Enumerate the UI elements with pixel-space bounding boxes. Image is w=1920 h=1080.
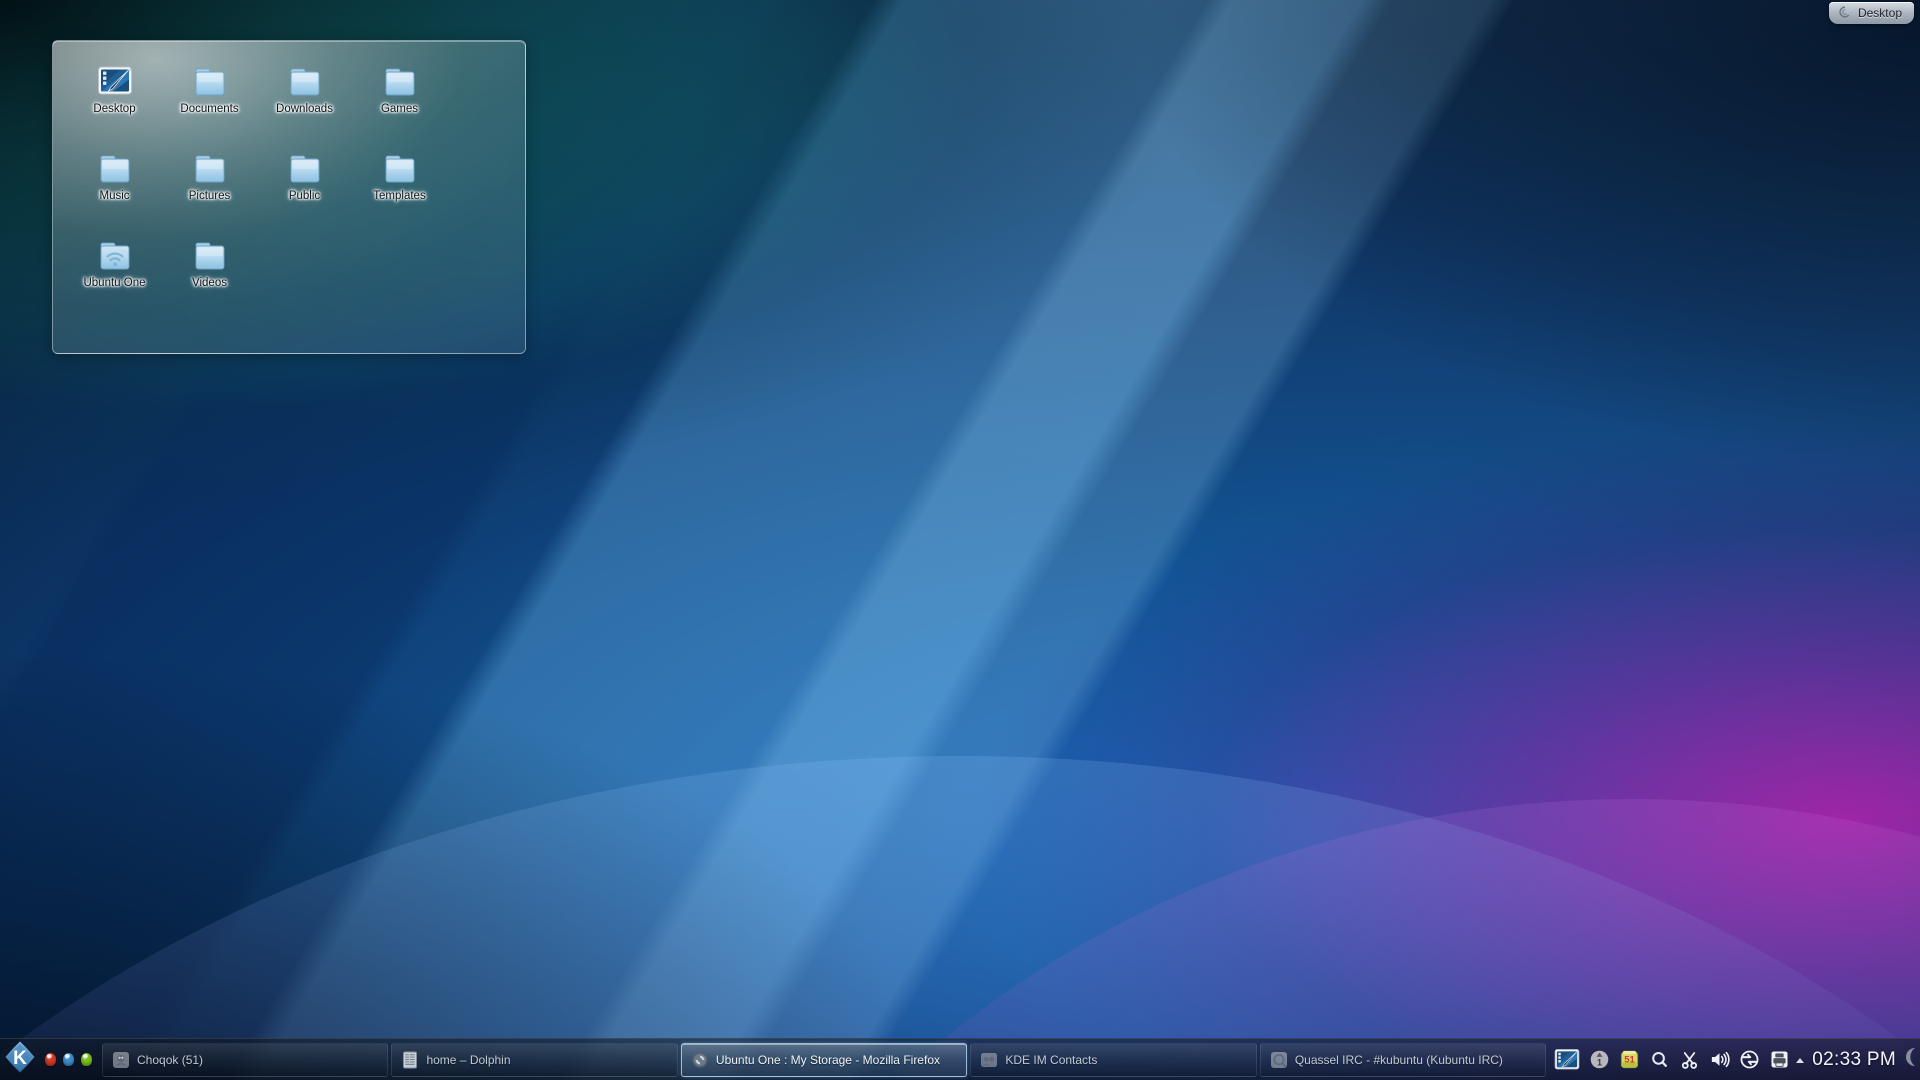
task-label: KDE IM Contacts	[1005, 1053, 1097, 1067]
task-button[interactable]: Choqok (51)	[102, 1043, 388, 1077]
choqok-tray-icon[interactable]: 51	[1619, 1049, 1640, 1070]
folder-view-item-music[interactable]: Music	[67, 150, 162, 237]
task-button[interactable]: home – Dolphin	[391, 1043, 677, 1077]
desktop-root[interactable]: Desktop Desktop Documents	[0, 0, 1920, 1080]
folder-view-item-videos[interactable]: Videos	[162, 237, 257, 324]
folder-view-item-label: Pictures	[189, 190, 231, 203]
folder-view-widget[interactable]: Desktop Documents Downloads	[52, 40, 526, 354]
task-manager: Choqok (51) home – Dolphin Ubuntu One : …	[102, 1043, 1546, 1077]
desktop-monitor-pen-icon	[97, 65, 133, 99]
folder-view-item-documents[interactable]: Documents	[162, 63, 257, 150]
folder-icon	[192, 152, 228, 186]
kickoff-launcher-button[interactable]: K	[1, 1041, 39, 1079]
desktop-toolbox[interactable]: Desktop	[1829, 2, 1914, 24]
folder-view-item-pictures[interactable]: Pictures	[162, 150, 257, 237]
kubuntu-k-launcher-icon: K	[3, 1040, 37, 1079]
folder-view-item-label: Public	[289, 190, 320, 203]
choqok-icon	[112, 1051, 130, 1069]
arrow-up-icon[interactable]	[1794, 1054, 1806, 1066]
folder-icon	[382, 152, 418, 186]
folder-view-item-label: Ubuntu One	[83, 277, 145, 290]
svg-text:1: 1	[1597, 1058, 1602, 1068]
show-desktop-button[interactable]	[1900, 1041, 1920, 1079]
folder-view-grid: Desktop Documents Downloads	[67, 63, 515, 324]
folder-view-item-label: Templates	[373, 190, 425, 203]
pager-desktop-2[interactable]	[63, 1053, 74, 1066]
dolphin-icon	[401, 1051, 419, 1069]
desktop-monitor-pen-icon[interactable]	[1554, 1048, 1580, 1072]
pager-widget[interactable]	[45, 1053, 92, 1066]
quassel-tray-icon[interactable]	[1649, 1049, 1670, 1070]
show-desktop-icon	[1901, 1046, 1919, 1073]
volume-speaker-icon[interactable]	[1709, 1049, 1730, 1070]
toolbox-label: Desktop	[1858, 6, 1902, 20]
svg-text:51: 51	[1625, 1055, 1635, 1065]
folder-view-item-label: Music	[99, 190, 129, 203]
cashew-icon	[1838, 5, 1852, 22]
folder-view-item-downloads[interactable]: Downloads	[257, 63, 352, 150]
task-button[interactable]: Quassel IRC - #kubuntu (Kubuntu IRC)	[1260, 1043, 1546, 1077]
printer-icon[interactable]	[1769, 1049, 1790, 1070]
svg-text:K: K	[13, 1048, 27, 1069]
folder-icon	[287, 152, 323, 186]
folder-view-item-label: Videos	[192, 277, 227, 290]
task-label: Choqok (51)	[137, 1053, 203, 1067]
folder-view-item-desktop[interactable]: Desktop	[67, 63, 162, 150]
folder-view-item-ubuntu-one[interactable]: Ubuntu One	[67, 237, 162, 324]
task-label: Quassel IRC - #kubuntu (Kubuntu IRC)	[1295, 1053, 1503, 1067]
klipper-scissors-icon[interactable]	[1679, 1049, 1700, 1070]
kdeim-icon	[980, 1051, 998, 1069]
task-button[interactable]: Ubuntu One : My Storage - Mozilla Firefo…	[681, 1043, 967, 1077]
folder-view-item-templates[interactable]: Templates	[352, 150, 447, 237]
folder-view-item-label: Documents	[180, 103, 238, 116]
taskbar-panel[interactable]: K Choqok (51) home – Dolphin	[0, 1038, 1920, 1080]
folder-icon	[287, 65, 323, 99]
update-notifier-icon[interactable]: 1	[1589, 1049, 1610, 1070]
pager-desktop-1[interactable]	[45, 1053, 56, 1066]
task-label: Ubuntu One : My Storage - Mozilla Firefo…	[716, 1053, 940, 1067]
folder-icon	[382, 65, 418, 99]
task-label: home – Dolphin	[426, 1053, 510, 1067]
folder-view-item-public[interactable]: Public	[257, 150, 352, 237]
folder-icon	[192, 239, 228, 273]
ubuntuone-sync-icon[interactable]	[1739, 1049, 1760, 1070]
digital-clock[interactable]: 02:33 PM	[1806, 1049, 1900, 1071]
folder-view-item-label: Downloads	[276, 103, 333, 116]
folder-icon	[97, 152, 133, 186]
system-tray: 1 51	[1546, 1041, 1794, 1079]
folder-view-item-games[interactable]: Games	[352, 63, 447, 150]
ubuntuone-icon	[691, 1051, 709, 1069]
quassel-icon	[1270, 1051, 1288, 1069]
pager-desktop-3[interactable]	[81, 1053, 92, 1066]
task-button[interactable]: KDE IM Contacts	[970, 1043, 1256, 1077]
folder-icon	[192, 65, 228, 99]
folder-view-item-label: Games	[381, 103, 418, 116]
folder-view-item-label: Desktop	[93, 103, 135, 116]
folder-sync-wifi-icon	[97, 239, 133, 273]
